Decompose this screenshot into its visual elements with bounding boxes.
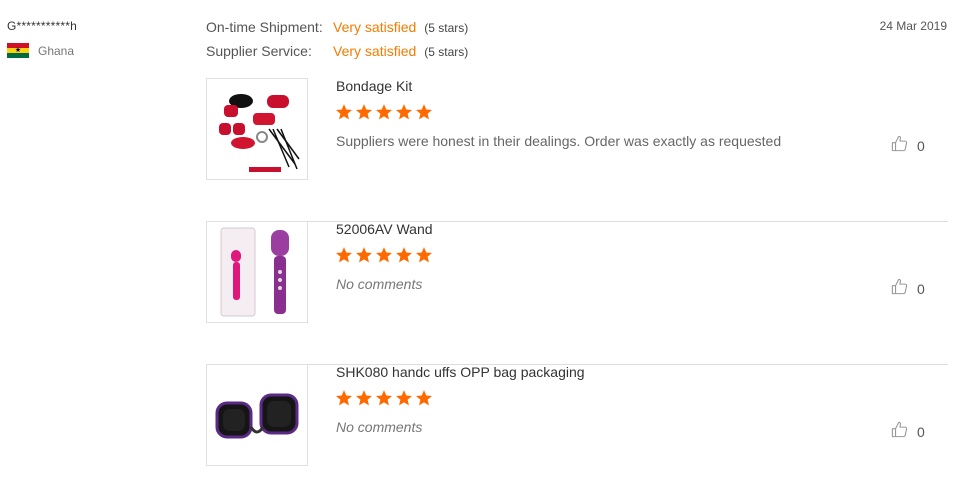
ghana-flag-icon: ★ <box>7 43 29 58</box>
thumbs-up-icon <box>890 420 909 444</box>
star-icon <box>376 104 392 120</box>
rating-stars-text: (5 stars) <box>424 21 469 35</box>
like-button[interactable]: 0 <box>890 277 925 301</box>
rating-label: Supplier Service: <box>206 43 312 59</box>
like-count: 0 <box>917 281 925 297</box>
thumbs-up-icon <box>890 277 909 301</box>
star-icon <box>336 390 352 406</box>
review-comment: No comments <box>336 276 423 292</box>
supplier-ratings: On-time Shipment: Very satisfied (5 star… <box>206 19 468 67</box>
rating-value: Very satisfied <box>333 19 417 35</box>
product-name[interactable]: SHK080 handc uffs OPP bag packaging <box>336 364 585 380</box>
reviewer-info: G***********h ★ Ghana <box>7 19 77 58</box>
country-name: Ghana <box>38 43 75 58</box>
rating-value: Very satisfied <box>333 43 417 59</box>
rating-row-service: Supplier Service: Very satisfied (5 star… <box>206 43 468 67</box>
review-comment: No comments <box>336 419 423 435</box>
like-count: 0 <box>917 424 925 440</box>
star-icon <box>356 390 372 406</box>
product-thumbnail[interactable] <box>206 78 308 180</box>
like-count: 0 <box>917 138 925 154</box>
rating-stars-text: (5 stars) <box>424 45 469 59</box>
star-icon <box>416 247 432 263</box>
star-icon <box>356 247 372 263</box>
product-thumbnail[interactable] <box>206 364 308 466</box>
reviewer-country: ★ Ghana <box>7 43 77 58</box>
star-icon <box>396 104 412 120</box>
review-date: 24 Mar 2019 <box>879 19 947 33</box>
product-thumbnail[interactable] <box>206 221 308 323</box>
rating-label: On-time Shipment: <box>206 19 323 35</box>
product-name[interactable]: 52006AV Wand <box>336 221 433 237</box>
thumbs-up-icon <box>890 134 909 158</box>
product-star-rating <box>335 389 433 407</box>
like-button[interactable]: 0 <box>890 134 925 158</box>
review-comment: Suppliers were honest in their dealings.… <box>336 133 782 149</box>
star-icon <box>416 104 432 120</box>
star-icon <box>336 247 352 263</box>
star-icon <box>336 104 352 120</box>
like-button[interactable]: 0 <box>890 420 925 444</box>
star-icon <box>376 390 392 406</box>
review-item: SHK080 handc uffs OPP bag packaging No c… <box>206 364 948 466</box>
star-icon <box>356 104 372 120</box>
product-star-rating <box>335 246 433 264</box>
product-name[interactable]: Bondage Kit <box>336 78 412 94</box>
reviewer-name: G***********h <box>7 19 77 33</box>
star-icon <box>376 247 392 263</box>
star-icon <box>416 390 432 406</box>
star-icon <box>396 390 412 406</box>
rating-row-shipment: On-time Shipment: Very satisfied (5 star… <box>206 19 468 43</box>
star-icon <box>396 247 412 263</box>
review-item: 52006AV Wand No comments 0 <box>206 221 948 365</box>
review-item: Bondage Kit Suppliers were honest in the… <box>206 78 948 222</box>
product-star-rating <box>335 103 433 121</box>
